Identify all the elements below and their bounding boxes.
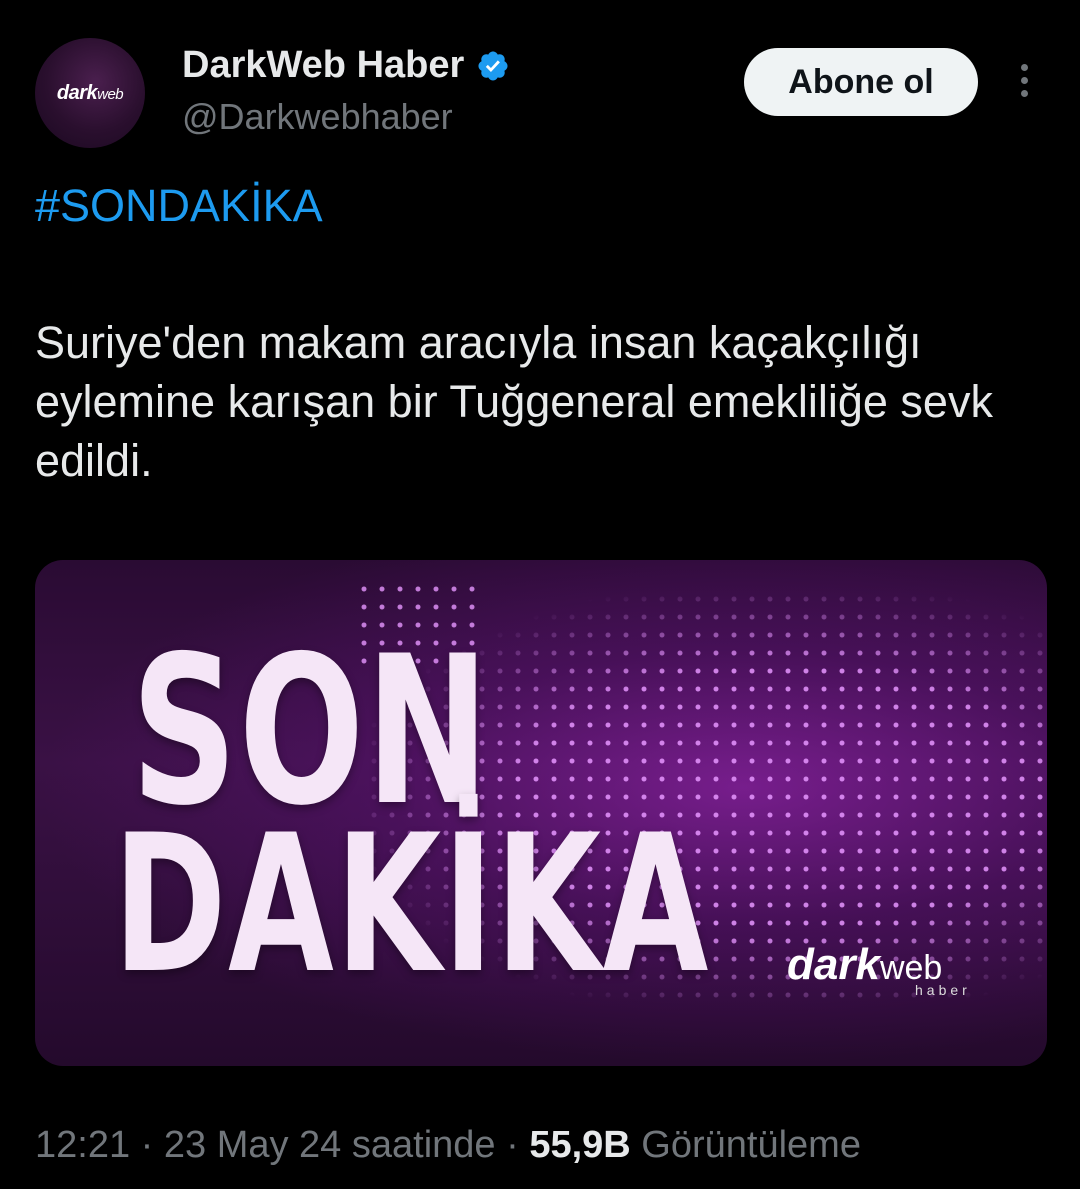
avatar-logo: darkweb	[56, 81, 124, 105]
tweet-text: Suriye'den makam aracıyla insan kaçakçıl…	[35, 317, 993, 486]
meta-separator: ·	[506, 1124, 519, 1166]
avatar-logo-suffix: web	[97, 85, 124, 103]
avatar[interactable]: darkweb	[35, 38, 145, 148]
display-name[interactable]: DarkWeb Haber	[182, 44, 464, 87]
verified-badge-icon	[478, 50, 508, 81]
views-label: Görüntüleme	[641, 1124, 861, 1166]
views-count: 55,9B	[529, 1124, 631, 1166]
follow-button[interactable]: Abone ol	[744, 48, 978, 116]
tweet-date[interactable]: 23 May 24 saatinde	[164, 1124, 496, 1166]
tweet-time[interactable]: 12:21	[35, 1124, 130, 1166]
hashtag-link[interactable]: #SONDAKİKA	[35, 180, 323, 232]
media-headline-line2: DAKİKA	[113, 794, 710, 1015]
media-logo-main: dark	[787, 940, 880, 989]
tweet-meta: 12:21 · 23 May 24 saatinde · 55,9B Görün…	[35, 1124, 861, 1167]
tweet-media-image[interactable]: SON DAKİKA darkweb haber	[35, 560, 1047, 1066]
user-handle[interactable]: @Darkwebhaber	[182, 96, 453, 138]
more-options-icon[interactable]	[1012, 64, 1036, 104]
meta-separator: ·	[140, 1124, 154, 1166]
author-name-row[interactable]: DarkWeb Haber	[182, 44, 510, 87]
media-logo-sub: haber	[915, 982, 971, 998]
avatar-logo-main: dark	[56, 81, 98, 104]
media-logo: darkweb haber	[787, 940, 967, 998]
